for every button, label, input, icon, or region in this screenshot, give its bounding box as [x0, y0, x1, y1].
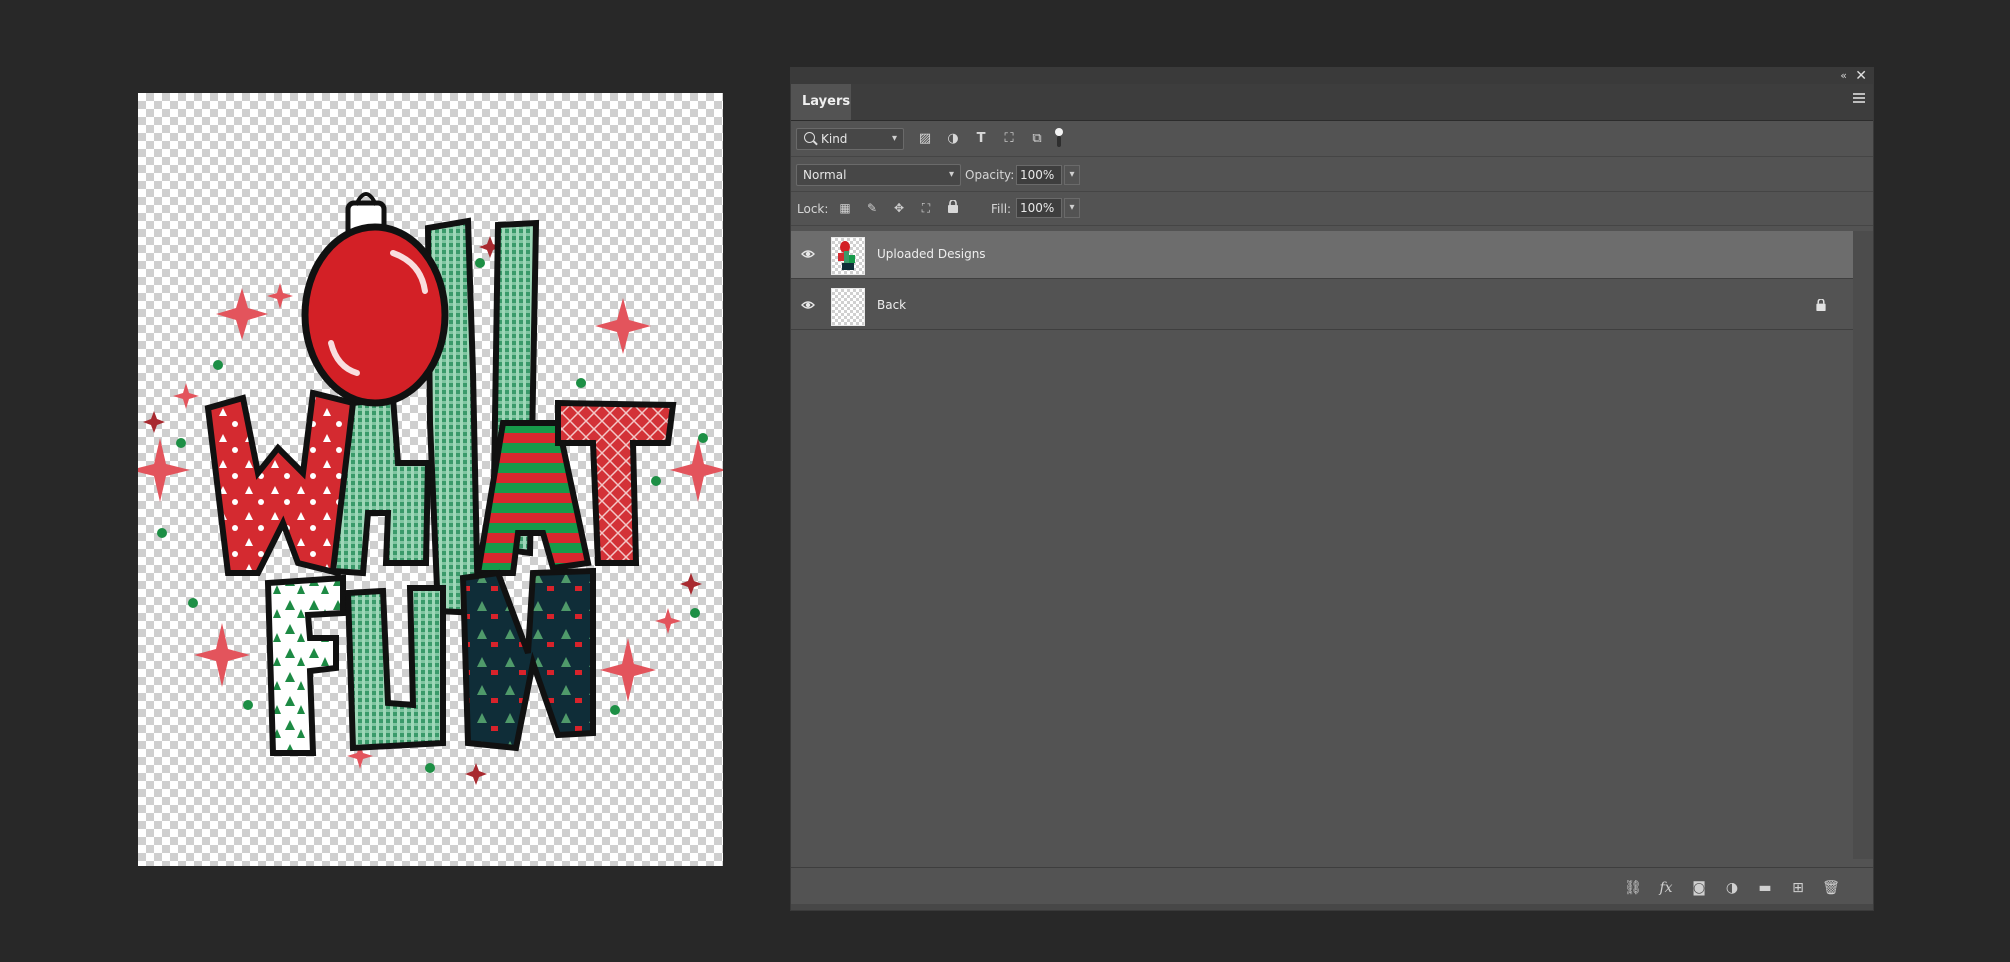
filter-kind-label: Kind	[821, 132, 848, 146]
panel-bottom-bar: ⛓ fx ◙ ◑ ▬ ⊞ 🗑	[791, 867, 1873, 906]
chevron-down-icon: ▾	[948, 169, 954, 180]
lock-image-pixels-icon[interactable]: ✎	[864, 200, 880, 216]
panel-tab-bar: Layers	[791, 84, 1873, 121]
tab-layers[interactable]: Layers	[791, 84, 851, 120]
artwork	[138, 192, 723, 785]
layers-panel: « ✕ Layers Kind ▾ ▨ ◑ T ⛶ ⧉ Normal ▾ Opa…	[790, 67, 1874, 911]
fill-input[interactable]: 100%	[1016, 198, 1062, 218]
layer-row-back[interactable]: Back	[791, 282, 1853, 330]
link-icon[interactable]: ⛓	[1624, 879, 1642, 897]
lock-position-icon[interactable]: ✥	[891, 200, 907, 216]
collapse-panel-icon[interactable]: «	[1840, 68, 1847, 84]
blend-mode-select[interactable]: Normal ▾	[796, 164, 961, 186]
panel-resize-grip[interactable]	[791, 904, 1873, 910]
new-layer-icon[interactable]: ⊞	[1789, 879, 1807, 897]
blend-row: Normal ▾ Opacity: 100% ▾	[791, 157, 1873, 192]
adjustment-icon[interactable]: ◑	[1723, 879, 1741, 897]
smart-object-filter-icon[interactable]: ⧉	[1029, 131, 1045, 147]
layer-thumbnail	[831, 237, 865, 275]
lock-artboard-icon[interactable]: ⛶	[918, 200, 934, 216]
trash-icon[interactable]: 🗑	[1822, 879, 1840, 897]
lock-transparent-pixels-icon[interactable]: ▦	[837, 200, 853, 216]
visibility-eye-icon[interactable]	[801, 298, 815, 312]
shape-layer-filter-icon[interactable]: ⛶	[1001, 131, 1017, 147]
layer-lock-icon[interactable]	[1815, 299, 1827, 311]
opacity-label: Opacity:	[965, 168, 1015, 182]
panel-menu-icon[interactable]	[1853, 93, 1865, 105]
layer-name[interactable]: Back	[877, 298, 906, 312]
document-canvas[interactable]	[138, 93, 723, 866]
lock-row: Lock: ▦ ✎ ✥ ⛶ Fill: 100% ▾	[791, 192, 1873, 226]
opacity-dropdown-icon[interactable]: ▾	[1064, 165, 1080, 185]
panel-title-bar[interactable]: « ✕	[791, 68, 1873, 84]
search-icon	[804, 132, 815, 143]
pixel-layer-filter-icon[interactable]: ▨	[917, 131, 933, 147]
lock-label: Lock:	[797, 202, 829, 216]
layer-row-uploaded-designs[interactable]: Uploaded Designs	[791, 231, 1853, 279]
folder-icon[interactable]: ▬	[1756, 879, 1774, 897]
layer-thumbnail	[831, 288, 865, 326]
filter-toggle-icon[interactable]	[1055, 127, 1063, 149]
fill-dropdown-icon[interactable]: ▾	[1064, 198, 1080, 218]
visibility-eye-icon[interactable]	[801, 247, 815, 261]
blend-mode-value: Normal	[803, 168, 847, 182]
fx-icon[interactable]: fx	[1657, 879, 1675, 897]
opacity-input[interactable]: 100%	[1016, 165, 1062, 185]
chevron-down-icon: ▾	[891, 133, 897, 144]
lock-all-icon[interactable]	[945, 199, 961, 216]
layer-filter-row: Kind ▾ ▨ ◑ T ⛶ ⧉	[791, 121, 1873, 157]
close-panel-icon[interactable]: ✕	[1855, 68, 1867, 84]
layers-scrollbar[interactable]	[1853, 231, 1873, 859]
fill-label: Fill:	[991, 202, 1012, 216]
type-layer-filter-icon[interactable]: T	[973, 131, 989, 147]
filter-kind-select[interactable]: Kind ▾	[796, 128, 904, 150]
layer-name[interactable]: Uploaded Designs	[877, 247, 986, 261]
adjustment-layer-filter-icon[interactable]: ◑	[945, 131, 961, 147]
mask-icon[interactable]: ◙	[1690, 879, 1708, 897]
